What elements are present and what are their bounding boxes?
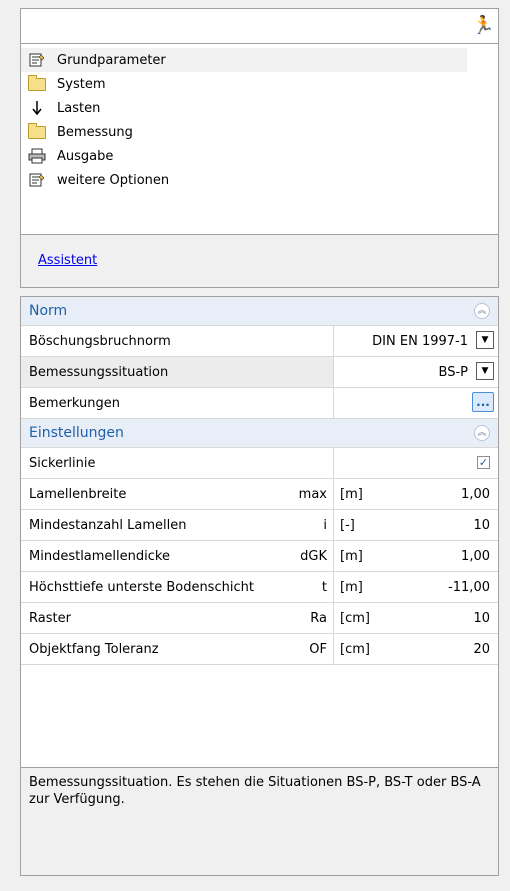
ellipsis-button[interactable]: ... [472,392,494,412]
property-row-mindestlamellendicke[interactable]: Mindestlamellendicke dGK [m] 1,00 [21,541,498,572]
property-label-text: Raster [29,610,71,626]
property-row-boeschungsbruchnorm[interactable]: Böschungsbruchnorm DIN EN 1997-1 ▼ [21,326,498,357]
tree-item-weitere-optionen[interactable]: weitere Optionen [21,168,467,192]
property-label: Lamellenbreite max [21,479,334,509]
property-unit: [m] [340,486,363,502]
property-value: ✓ [334,448,498,478]
tree-item-label: Ausgabe [57,148,114,164]
properties-icon [27,51,47,69]
property-unit: [m] [340,579,363,595]
combo-value: BS-P [438,364,468,380]
property-row-raster[interactable]: Raster Ra [cm] 10 [21,603,498,634]
property-label-text: Höchsttiefe unterste Bodenschicht [29,579,254,595]
section-header-norm[interactable]: Norm ︽ [21,297,498,326]
property-number[interactable]: 10 [473,518,490,533]
property-row-bemerkungen[interactable]: Bemerkungen ... [21,388,498,419]
property-value[interactable]: [cm] 20 [334,634,498,664]
assistant-area: Assistent [21,234,498,287]
property-symbol: dGK [300,548,327,564]
property-label: Höchsttiefe unterste Bodenschicht t [21,572,334,602]
folder-icon [27,74,47,93]
collapse-icon[interactable]: ︽ [474,303,490,319]
runner-icon[interactable]: 🏃 [472,15,494,37]
dropdown-button[interactable]: ▼ [476,362,494,380]
property-value[interactable]: [m] 1,00 [334,541,498,571]
property-value: ... [334,388,498,418]
property-number[interactable]: 10 [473,611,490,626]
property-value[interactable]: DIN EN 1997-1 ▼ [334,326,498,356]
property-label: Sickerlinie [21,448,334,478]
property-symbol: Ra [310,610,327,626]
property-number[interactable]: 20 [473,642,490,657]
description-panel: Bemessungssituation. Es stehen die Situa… [21,767,498,875]
property-value[interactable]: [cm] 10 [334,603,498,633]
dropdown-button[interactable]: ▼ [476,331,494,349]
property-label-text: Objektfang Toleranz [29,641,159,657]
navigation-tree: Grundparameter System Lasten Bemessung A… [21,44,498,192]
tree-item-bemessung[interactable]: Bemessung [21,120,467,144]
tree-item-lasten[interactable]: Lasten [21,96,467,120]
section-header-einstellungen[interactable]: Einstellungen ︽ [21,419,498,448]
property-value[interactable]: [m] 1,00 [334,479,498,509]
navigation-toolbar: 🏃 [21,9,498,44]
sickerlinie-checkbox[interactable]: ✓ [477,456,490,469]
property-label: Raster Ra [21,603,334,633]
property-value[interactable]: [-] 10 [334,510,498,540]
property-unit: [m] [340,548,363,564]
tree-item-label: System [57,76,106,92]
tree-item-label: Bemessung [57,124,133,140]
property-unit: [cm] [340,610,370,626]
tree-item-ausgabe[interactable]: Ausgabe [21,144,467,168]
property-value[interactable]: BS-P ▼ [334,357,498,387]
property-number[interactable]: 1,00 [461,549,490,564]
tree-item-system[interactable]: System [21,72,467,96]
property-row-hoechsttiefe[interactable]: Höchsttiefe unterste Bodenschicht t [m] … [21,572,498,603]
property-label: Böschungsbruchnorm [21,326,334,356]
description-text: Bemessungssituation. Es stehen die Situa… [29,775,481,807]
property-number[interactable]: 1,00 [461,487,490,502]
tree-item-label: Grundparameter [57,52,166,68]
property-symbol: OF [309,641,327,657]
folder-icon [27,122,47,141]
property-row-objektfang-toleranz[interactable]: Objektfang Toleranz OF [cm] 20 [21,634,498,665]
property-label: Mindestlamellendicke dGK [21,541,334,571]
property-label-text: Mindestanzahl Lamellen [29,517,187,533]
property-label-text: Mindestlamellendicke [29,548,170,564]
property-row-mindestanzahl-lamellen[interactable]: Mindestanzahl Lamellen i [-] 10 [21,510,498,541]
collapse-icon[interactable]: ︽ [474,425,490,441]
property-symbol: max [298,486,327,502]
section-title: Einstellungen [29,425,124,441]
property-label: Bemerkungen [21,388,334,418]
tree-item-label: weitere Optionen [57,172,170,188]
property-symbol: i [323,517,327,533]
property-grid: Norm ︽ Böschungsbruchnorm DIN EN 1997-1 … [20,296,499,876]
arrow-down-icon [27,99,47,117]
navigation-panel: 🏃 Grundparameter System Lasten Bemessung… [20,8,499,288]
property-value[interactable]: [m] -11,00 [334,572,498,602]
assistant-link[interactable]: Assistent [38,253,97,268]
property-row-lamellenbreite[interactable]: Lamellenbreite max [m] 1,00 [21,479,498,510]
property-label-text: Lamellenbreite [29,486,127,502]
property-unit: [cm] [340,641,370,657]
combo-value: DIN EN 1997-1 [372,333,468,349]
property-label: Objektfang Toleranz OF [21,634,334,664]
section-title: Norm [29,303,68,319]
property-row-bemessungssituation[interactable]: Bemessungssituation BS-P ▼ [21,357,498,388]
property-symbol: t [321,579,327,595]
property-label: Bemessungssituation [21,357,334,387]
property-row-sickerlinie[interactable]: Sickerlinie ✓ [21,448,498,479]
property-unit: [-] [340,517,355,533]
property-label: Mindestanzahl Lamellen i [21,510,334,540]
properties-icon [27,171,47,189]
tree-item-label: Lasten [57,100,101,116]
printer-icon [27,147,47,165]
property-number[interactable]: -11,00 [448,580,490,595]
tree-item-grundparameter[interactable]: Grundparameter [21,48,467,72]
